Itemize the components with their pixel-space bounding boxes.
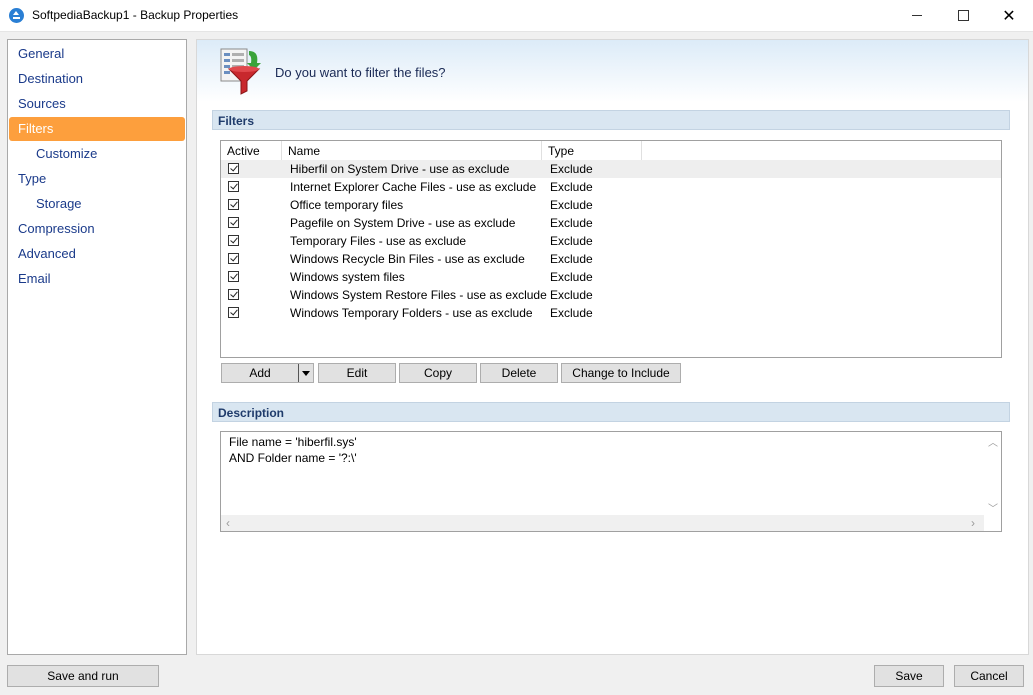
table-row[interactable]: Windows system files Exclude [221,268,1001,286]
sidebar-item-filters[interactable]: Filters [9,117,185,141]
close-icon: ✕ [1002,7,1016,25]
close-button[interactable]: ✕ [986,0,1032,31]
active-checkbox[interactable] [228,217,239,228]
active-checkbox[interactable] [228,289,239,300]
app-icon [9,8,24,23]
add-dropdown-arrow-icon[interactable] [298,364,313,382]
sidebar: General Destination Sources Filters Cust… [7,39,187,655]
filter-name: Internet Explorer Cache Files - use as e… [290,180,537,194]
filter-name: Windows system files [290,270,405,284]
sidebar-item-general[interactable]: General [9,42,185,66]
add-button[interactable]: Add [221,363,314,383]
table-row[interactable]: Windows Recycle Bin Files - use as exclu… [221,250,1001,268]
window-title: SoftpediaBackup1 - Backup Properties [32,8,239,22]
add-button-label: Add [249,366,271,380]
description-section-header: Description [212,402,1010,422]
filters-section-header: Filters [212,110,1010,130]
main-panel: Do you want to filter the files? Filters… [196,39,1029,655]
column-header-name[interactable]: Name [282,141,542,161]
active-checkbox[interactable] [228,163,239,174]
description-line: AND Folder name = '?:\' [229,451,357,465]
filter-type: Exclude [550,180,593,194]
active-checkbox[interactable] [228,235,239,246]
edit-button[interactable]: Edit [318,363,396,383]
copy-button[interactable]: Copy [399,363,477,383]
filter-name: Office temporary files [290,198,404,212]
sidebar-item-sources[interactable]: Sources [9,92,185,116]
scroll-left-icon[interactable]: ‹ [226,516,230,530]
horizontal-scrollbar[interactable]: ‹ › [221,515,984,531]
filter-type: Exclude [550,306,593,320]
sidebar-item-customize[interactable]: Customize [9,142,185,166]
header-band: Do you want to filter the files? [197,40,1028,102]
save-button[interactable]: Save [874,665,944,687]
sidebar-item-destination[interactable]: Destination [9,67,185,91]
scroll-up-icon[interactable]: ︿ [988,434,998,449]
scroll-right-icon[interactable]: › [971,516,975,530]
description-line: File name = 'hiberfil.sys' [229,435,357,449]
sidebar-item-type[interactable]: Type [9,167,185,191]
description-box[interactable]: File name = 'hiberfil.sys' AND Folder na… [220,431,1002,532]
title-bar: SoftpediaBackup1 - Backup Properties ✕ [0,0,1033,32]
cancel-button[interactable]: Cancel [954,665,1024,687]
filter-name: Windows Recycle Bin Files - use as exclu… [290,252,525,266]
sidebar-item-compression[interactable]: Compression [9,217,185,241]
column-header-type[interactable]: Type [542,141,642,161]
column-header-active[interactable]: Active [221,141,282,161]
filter-type: Exclude [550,234,593,248]
active-checkbox[interactable] [228,271,239,282]
header-question: Do you want to filter the files? [275,65,446,80]
filter-funnel-icon [220,48,261,95]
filters-list[interactable]: Active Name Type Hiberfil on System Driv… [220,140,1002,358]
sidebar-item-email[interactable]: Email [9,267,185,291]
scroll-down-icon[interactable]: ﹀ [988,500,998,515]
table-row[interactable]: Temporary Files - use as exclude Exclude [221,232,1001,250]
filter-name: Temporary Files - use as exclude [290,234,467,248]
table-row[interactable]: Pagefile on System Drive - use as exclud… [221,214,1001,232]
delete-button[interactable]: Delete [480,363,558,383]
filter-type: Exclude [550,288,593,302]
active-checkbox[interactable] [228,199,239,210]
filter-type: Exclude [550,162,593,176]
filter-name: Windows Temporary Folders - use as exclu… [290,306,533,320]
change-to-include-button[interactable]: Change to Include [561,363,681,383]
filter-type: Exclude [550,216,593,230]
filter-type: Exclude [550,198,593,212]
filter-type: Exclude [550,252,593,266]
table-row[interactable]: Windows Temporary Folders - use as exclu… [221,304,1001,322]
active-checkbox[interactable] [228,181,239,192]
table-row[interactable]: Hiberfil on System Drive - use as exclud… [221,160,1001,178]
vertical-scrollbar[interactable]: ︿ ﹀ [984,432,1001,515]
active-checkbox[interactable] [228,253,239,264]
filter-name: Windows System Restore Files - use as ex… [290,288,547,302]
table-row[interactable]: Internet Explorer Cache Files - use as e… [221,178,1001,196]
maximize-button[interactable] [940,0,986,31]
sidebar-item-advanced[interactable]: Advanced [9,242,185,266]
filter-name: Hiberfil on System Drive - use as exclud… [290,162,510,176]
filter-name: Pagefile on System Drive - use as exclud… [290,216,516,230]
table-row[interactable]: Windows System Restore Files - use as ex… [221,286,1001,304]
sidebar-item-storage[interactable]: Storage [9,192,185,216]
filter-type: Exclude [550,270,593,284]
save-and-run-button[interactable]: Save and run [7,665,159,687]
active-checkbox[interactable] [228,307,239,318]
table-row[interactable]: Office temporary files Exclude [221,196,1001,214]
minimize-button[interactable] [894,0,940,31]
minimize-icon [912,15,922,16]
maximize-icon [957,10,969,21]
